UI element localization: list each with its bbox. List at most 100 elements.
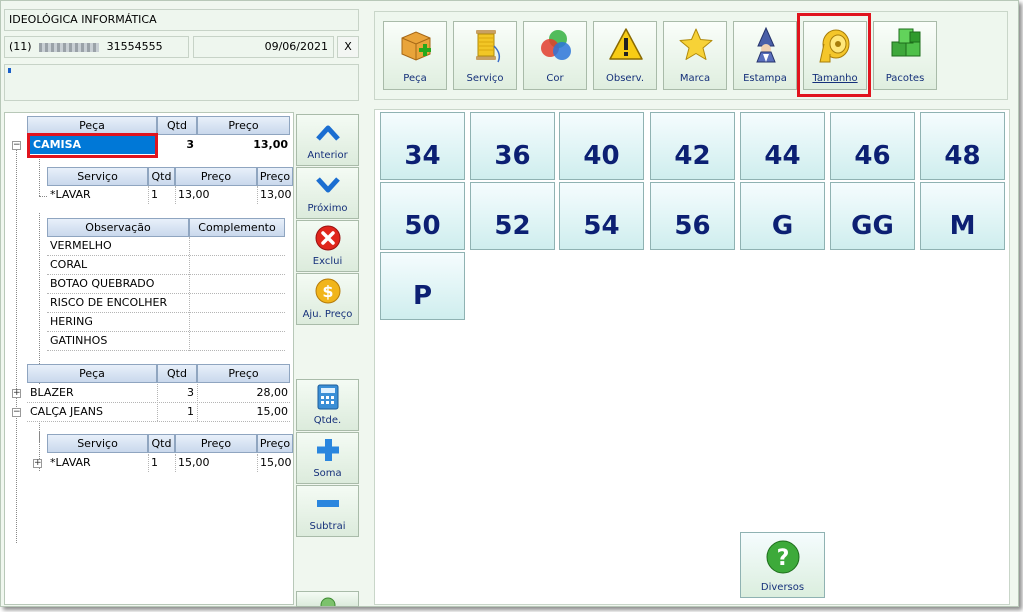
date-field: 09/06/2021 xyxy=(193,36,334,58)
size-button[interactable]: 54 xyxy=(559,182,644,250)
size-button[interactable]: 36 xyxy=(470,112,555,180)
service-qtd: 1 xyxy=(151,454,175,472)
obs-row[interactable]: VERMELHO xyxy=(50,237,185,255)
estampa-label: Estampa xyxy=(743,73,787,84)
collapse-toggle[interactable]: − xyxy=(12,141,21,150)
svg-text:$: $ xyxy=(322,282,333,301)
diversos-button[interactable]: ? Diversos xyxy=(740,532,825,598)
row-qtd: 3 xyxy=(157,136,197,154)
service-preco: 15,00 xyxy=(178,454,256,472)
service2-col-preco[interactable]: Preço xyxy=(175,434,257,453)
phone-field: (11) 31554555 xyxy=(4,36,189,58)
category-toolbar: Peça Serviço Cor Observ. Marca Estampa T… xyxy=(374,11,1008,100)
estampa-button[interactable]: Estampa xyxy=(733,21,797,90)
proximo-button[interactable]: Próximo xyxy=(296,167,359,219)
service-qtd: 1 xyxy=(151,186,175,204)
row-preco: 15,00 xyxy=(197,403,290,421)
more-button[interactable] xyxy=(296,591,359,607)
size-button[interactable]: G xyxy=(740,182,825,250)
obs-row[interactable]: GATINHOS xyxy=(50,332,185,350)
active-toolbar-frame xyxy=(797,13,871,97)
pacotes-label: Pacotes xyxy=(885,73,925,84)
phone-blur xyxy=(39,42,100,52)
collapse-toggle[interactable]: − xyxy=(12,408,21,417)
service-preco2: 13,00 xyxy=(260,186,293,204)
color-circles-icon xyxy=(541,30,571,60)
box-plus-icon xyxy=(401,31,431,61)
close-button[interactable]: X xyxy=(337,36,359,58)
add-circle-icon xyxy=(320,597,336,606)
service-preco: 13,00 xyxy=(178,186,256,204)
cor-button[interactable]: Cor xyxy=(523,21,587,90)
size-button[interactable]: 40 xyxy=(559,112,644,180)
col2-peca-header[interactable]: Peça xyxy=(27,364,157,383)
warning-icon xyxy=(609,28,643,60)
table-row[interactable]: CALÇA JEANS 1 15,00 xyxy=(27,403,290,421)
subtrai-label: Subtrai xyxy=(309,521,346,532)
size-button[interactable]: 44 xyxy=(740,112,825,180)
anterior-button[interactable]: Anterior xyxy=(296,114,359,166)
size-button[interactable]: 50 xyxy=(380,182,465,250)
exclui-button[interactable]: Exclui xyxy=(296,220,359,272)
plus-icon xyxy=(317,439,339,461)
delete-icon xyxy=(315,225,341,251)
size-button[interactable]: GG xyxy=(830,182,915,250)
size-button[interactable]: 56 xyxy=(650,182,735,250)
marca-button[interactable]: Marca xyxy=(663,21,727,90)
service2-col-qtd[interactable]: Qtd xyxy=(148,434,175,453)
chevron-down-icon xyxy=(316,177,340,193)
ajuste-preco-button[interactable]: $ Aju. Preço xyxy=(296,273,359,325)
service-col-qtd[interactable]: Qtd xyxy=(148,167,175,186)
expand-toggle[interactable]: + xyxy=(33,459,42,468)
obs-row[interactable]: HERING xyxy=(50,313,185,331)
row-peca: BLAZER xyxy=(30,384,157,402)
row-peca: CALÇA JEANS xyxy=(30,403,157,421)
size-button[interactable]: 34 xyxy=(380,112,465,180)
obs-col-complemento[interactable]: Complemento xyxy=(189,218,285,237)
table-row[interactable]: BLAZER 3 28,00 xyxy=(27,384,290,402)
col-qtd-header[interactable]: Qtd xyxy=(157,116,197,135)
obs-row[interactable]: BOTAO QUEBRADO xyxy=(50,275,185,293)
phone-prefix: (11) xyxy=(9,40,32,53)
service-col-preco[interactable]: Preço xyxy=(175,167,257,186)
peca-button[interactable]: Peça xyxy=(383,21,447,90)
servico-button[interactable]: Serviço xyxy=(453,21,517,90)
col2-qtd-header[interactable]: Qtd xyxy=(157,364,197,383)
service2-col-servico[interactable]: Serviço xyxy=(47,434,148,453)
col-preco-header[interactable]: Preço xyxy=(197,116,290,135)
row-preco: 13,00 xyxy=(197,136,290,154)
exclui-label: Exclui xyxy=(312,256,343,267)
service-col-servico[interactable]: Serviço xyxy=(47,167,148,186)
col2-preco-header[interactable]: Preço xyxy=(197,364,290,383)
chevron-up-icon xyxy=(316,125,340,141)
size-button[interactable]: M xyxy=(920,182,1005,250)
green-cubes-icon xyxy=(891,28,921,57)
diversos-label: Diversos xyxy=(760,582,805,593)
subtrai-button[interactable]: Subtrai xyxy=(296,485,359,537)
progress-marker xyxy=(8,68,11,73)
items-tree[interactable]: Peça Qtd Preço − CAMISA 3 13,00 Serviço … xyxy=(4,112,294,605)
size-button[interactable]: 42 xyxy=(650,112,735,180)
service-servico: *LAVAR xyxy=(50,454,145,472)
star-icon xyxy=(679,28,713,60)
size-button[interactable]: 46 xyxy=(830,112,915,180)
expand-toggle[interactable]: + xyxy=(12,389,21,398)
help-icon: ? xyxy=(766,540,800,574)
size-button[interactable]: 52 xyxy=(470,182,555,250)
obs-row[interactable]: RISCO DE ENCOLHER xyxy=(50,294,185,312)
pacotes-button[interactable]: Pacotes xyxy=(873,21,937,90)
service2-col-preco2[interactable]: Preço xyxy=(257,434,293,453)
wizard-icon xyxy=(756,26,776,63)
size-button[interactable]: P xyxy=(380,252,465,320)
svg-text:?: ? xyxy=(777,546,790,571)
size-button[interactable]: 48 xyxy=(920,112,1005,180)
service-servico: *LAVAR xyxy=(50,186,145,204)
obs-row[interactable]: CORAL xyxy=(50,256,185,274)
obs-col-observacao[interactable]: Observação xyxy=(47,218,189,237)
qtde-label: Qtde. xyxy=(313,415,342,426)
qtde-button[interactable]: Qtde. xyxy=(296,379,359,431)
service-col-preco2[interactable]: Preço xyxy=(257,167,293,186)
service-preco2: 15,00 xyxy=(260,454,293,472)
observ-button[interactable]: Observ. xyxy=(593,21,657,90)
soma-button[interactable]: Soma xyxy=(296,432,359,484)
